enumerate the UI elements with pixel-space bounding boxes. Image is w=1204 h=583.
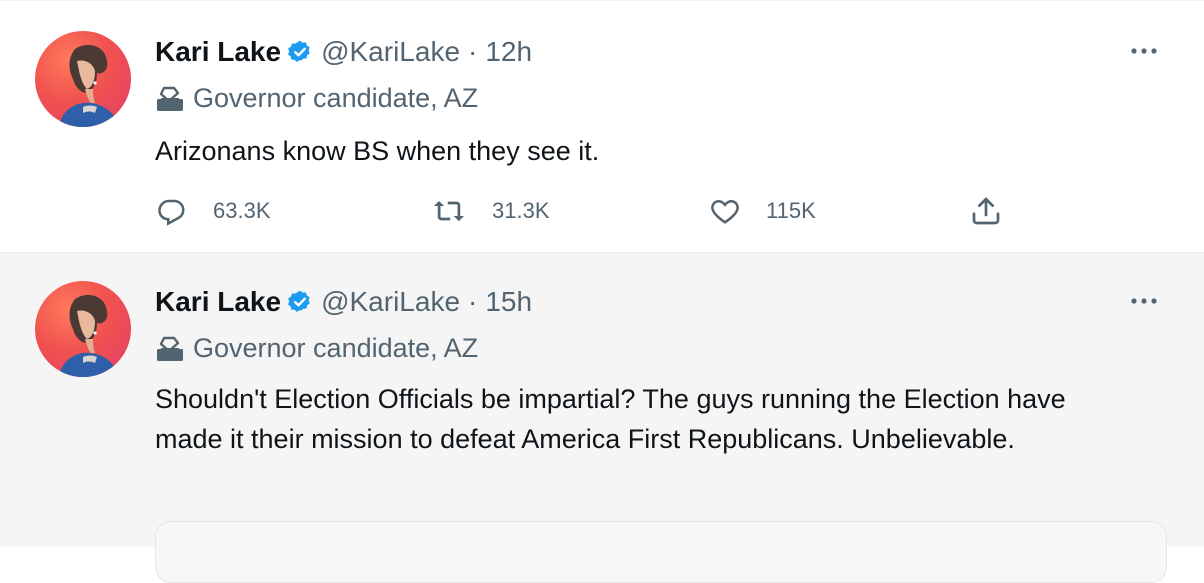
share-icon: [972, 197, 1000, 225]
tweet-actions: 63.3K 31.3K 115K: [155, 191, 1015, 231]
separator-dot: ·: [468, 36, 478, 67]
reply-count: 63.3K: [213, 198, 271, 223]
avatar[interactable]: [35, 281, 131, 377]
more-icon: [1131, 48, 1157, 54]
handle[interactable]: @KariLake: [321, 286, 460, 318]
separator-dot: ·: [468, 286, 478, 317]
retweet-button[interactable]: 31.3K: [430, 191, 550, 231]
tweet-header: Kari Lake @KariLake · 15h: [155, 285, 532, 319]
label-text: Governor candidate, AZ: [193, 83, 479, 113]
retweet-count: 31.3K: [492, 198, 550, 223]
tweet-text: Shouldn't Election Officials be impartia…: [155, 384, 1066, 454]
reply-button[interactable]: 63.3K: [155, 191, 271, 231]
like-count: 115K: [766, 198, 816, 223]
ballot-box-icon: [155, 85, 185, 113]
verified-badge-icon: [287, 39, 313, 65]
tweet-header: Kari Lake @KariLake · 12h: [155, 35, 532, 69]
display-name[interactable]: Kari Lake: [155, 286, 281, 318]
retweet-icon: [434, 201, 464, 221]
ballot-box-icon: [155, 335, 185, 363]
like-icon: [711, 199, 739, 224]
like-button[interactable]: 115K: [708, 191, 816, 231]
share-button[interactable]: [970, 191, 1002, 231]
avatar-photo: [59, 45, 119, 127]
tweet[interactable]: Kari Lake @KariLake · 15h Governor candi…: [0, 253, 1204, 583]
timestamp[interactable]: 15h: [485, 286, 532, 318]
avatar-photo: [59, 295, 119, 377]
tweet[interactable]: Kari Lake @KariLake · 12h Governor candi…: [0, 1, 1204, 253]
reply-icon: [158, 199, 185, 226]
account-label: Governor candidate, AZ: [155, 83, 478, 114]
timestamp[interactable]: 12h: [485, 36, 532, 68]
verified-badge-icon: [287, 289, 313, 315]
handle[interactable]: @KariLake: [321, 36, 460, 68]
more-icon: [1131, 298, 1157, 304]
quoted-tweet-card[interactable]: [155, 521, 1167, 583]
timeline: Kari Lake @KariLake · 12h Governor candi…: [0, 0, 1204, 583]
avatar[interactable]: [35, 31, 131, 127]
label-text: Governor candidate, AZ: [193, 333, 479, 363]
tweet-text: Arizonans know BS when they see it.: [155, 136, 600, 166]
display-name[interactable]: Kari Lake: [155, 36, 281, 68]
more-options-button[interactable]: [1124, 287, 1164, 315]
more-options-button[interactable]: [1124, 37, 1164, 65]
account-label: Governor candidate, AZ: [155, 333, 478, 364]
